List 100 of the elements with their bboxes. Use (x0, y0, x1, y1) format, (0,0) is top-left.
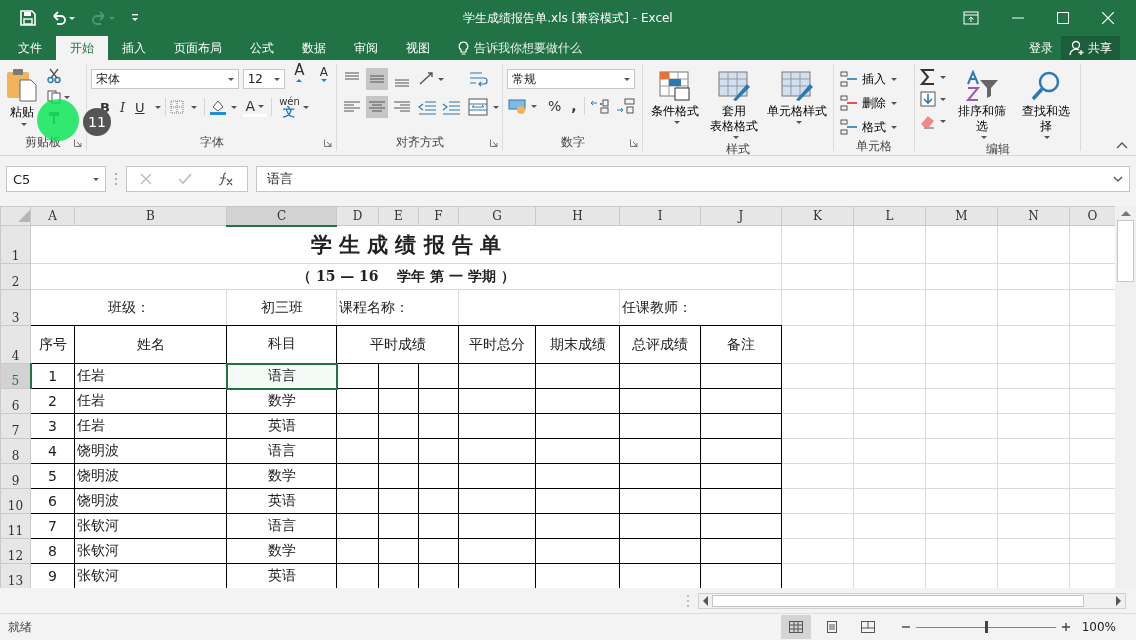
row-header[interactable]: 11 (0, 513, 31, 539)
table-header-cell: 总评成绩 (619, 325, 701, 364)
style-button[interactable]: 套用 表格格式 (706, 68, 762, 141)
style-button[interactable]: 单元格样式 (765, 68, 829, 126)
column-header[interactable]: D (336, 206, 379, 226)
column-header[interactable]: E (378, 206, 419, 226)
group-label: 数字 (560, 134, 585, 151)
column-header[interactable]: L (853, 206, 926, 226)
column-header[interactable]: C (226, 206, 337, 226)
font-color-button[interactable]: A (242, 97, 268, 117)
table-cell: 1 (30, 363, 75, 389)
table-cell: 任岩 (74, 388, 227, 414)
font-size-field[interactable]: 12 (242, 69, 285, 89)
formula-field[interactable]: 语言 (256, 166, 1130, 192)
table-header-cell: 姓名 (74, 325, 227, 364)
percent-button[interactable]: % (545, 98, 565, 114)
table-cell: 任课教师： (619, 289, 782, 326)
table-cell[interactable]: 数学 (226, 388, 337, 414)
ribbon-tab[interactable]: 文件 (0, 36, 56, 60)
tell-me-field[interactable]: 告诉我你想要做什么 (454, 36, 586, 60)
table-cell: 饶明波 (74, 463, 227, 489)
paste-button[interactable]: 粘贴 (4, 68, 40, 126)
ribbon-tab[interactable]: 公式 (236, 36, 288, 60)
column-header[interactable]: A (30, 206, 75, 226)
group-label: 编辑 (985, 141, 1010, 158)
column-header[interactable]: H (535, 206, 620, 226)
row-header[interactable]: 4 (0, 325, 31, 364)
ribbon-tab[interactable]: 开始 (56, 36, 108, 60)
zoom-level[interactable]: 100% (1069, 620, 1136, 634)
increase-font-button[interactable]: A (288, 61, 311, 97)
table-cell[interactable]: 英语 (226, 488, 337, 514)
table-cell[interactable]: 语言 (226, 513, 337, 539)
table-cell: 张钦河 (74, 538, 227, 564)
underline-button[interactable]: U (132, 99, 148, 115)
table-cell: 饶明波 (74, 488, 227, 514)
column-header[interactable]: F (418, 206, 459, 226)
column-header[interactable]: O (1069, 206, 1115, 226)
row-header[interactable]: 1 (0, 225, 31, 264)
font-name-field[interactable]: 宋体 (91, 69, 239, 89)
ribbon-tab[interactable]: 页面布局 (160, 36, 236, 60)
row-header[interactable]: 9 (0, 463, 31, 489)
ribbon-tab[interactable]: 审阅 (340, 36, 392, 60)
sign-in-link[interactable]: 登录 (1021, 36, 1061, 60)
column-header[interactable]: M (925, 206, 998, 226)
table-cell[interactable]: 数学 (226, 538, 337, 564)
row-header[interactable]: 6 (0, 388, 31, 414)
row-header[interactable]: 8 (0, 438, 31, 464)
table-cell: 5 (30, 463, 75, 489)
table-header-cell: 备注 (700, 325, 782, 364)
style-button[interactable]: 条件格式 (647, 68, 703, 126)
column-header[interactable]: I (619, 206, 701, 226)
table-cell[interactable]: 语言 (226, 363, 337, 389)
column-header[interactable]: G (458, 206, 536, 226)
ribbon-tab[interactable]: 视图 (392, 36, 444, 60)
group-label: 单元格 (856, 138, 892, 155)
table-cell: 班级： (30, 289, 227, 326)
table-cell: 张钦河 (74, 563, 227, 588)
row-header[interactable]: 12 (0, 538, 31, 564)
row-header[interactable]: 7 (0, 413, 31, 439)
cells-button[interactable]: 删除 (838, 92, 897, 114)
column-header[interactable]: B (74, 206, 227, 226)
row-header[interactable]: 13 (0, 563, 31, 588)
status-text: 就绪 (7, 618, 32, 636)
comma-button[interactable]: , (568, 98, 580, 114)
table-cell: 张钦河 (74, 513, 227, 539)
italic-button[interactable]: I (116, 99, 129, 115)
table-cell: 4 (30, 438, 75, 464)
cells-button[interactable]: 插入 (838, 68, 897, 90)
window-title: 学生成绩报告单.xls [兼容模式] - Excel (463, 9, 673, 27)
table-header-cell: 平时总分 (458, 325, 536, 364)
table-header-cell: 期末成绩 (535, 325, 620, 364)
table-cell: 3 (30, 413, 75, 439)
find-select-button[interactable]: 查找和选择 (1015, 68, 1076, 141)
name-box[interactable]: C5 (6, 166, 106, 192)
table-cell: 饶明波 (74, 438, 227, 464)
ribbon-tab[interactable]: 插入 (108, 36, 160, 60)
column-header[interactable]: N (997, 206, 1070, 226)
cells-button[interactable]: 格式 (838, 116, 897, 138)
ribbon-tab[interactable]: 数据 (288, 36, 340, 60)
table-cell[interactable]: 语言 (226, 438, 337, 464)
group-label: 字体 (199, 134, 224, 151)
table-header-cell: 平时成绩 (336, 325, 459, 364)
row-header[interactable]: 3 (0, 289, 31, 326)
column-header[interactable]: K (781, 206, 854, 226)
row-header[interactable]: 2 (0, 263, 31, 290)
group-label: 对齐方式 (395, 134, 444, 151)
number-format-field[interactable]: 常规 (507, 69, 635, 89)
decrease-font-button[interactable]: A (314, 65, 334, 93)
table-cell: 课程名称： (336, 289, 459, 326)
phonetic-guide-button[interactable]: wén 文 (276, 96, 312, 118)
table-header-cell: 序号 (30, 325, 75, 364)
table-cell: （ 15 — 16 学年 第 一 学期 ） (30, 263, 782, 290)
row-header[interactable]: 5 (0, 363, 31, 389)
sort-filter-button[interactable]: 排序和筛选 (952, 68, 1013, 141)
table-cell: 6 (30, 488, 75, 514)
table-cell[interactable]: 英语 (226, 413, 337, 439)
column-header[interactable]: J (700, 206, 782, 226)
table-cell[interactable]: 数学 (226, 463, 337, 489)
row-header[interactable]: 10 (0, 488, 31, 514)
share-button[interactable]: 共享 (1061, 36, 1120, 60)
